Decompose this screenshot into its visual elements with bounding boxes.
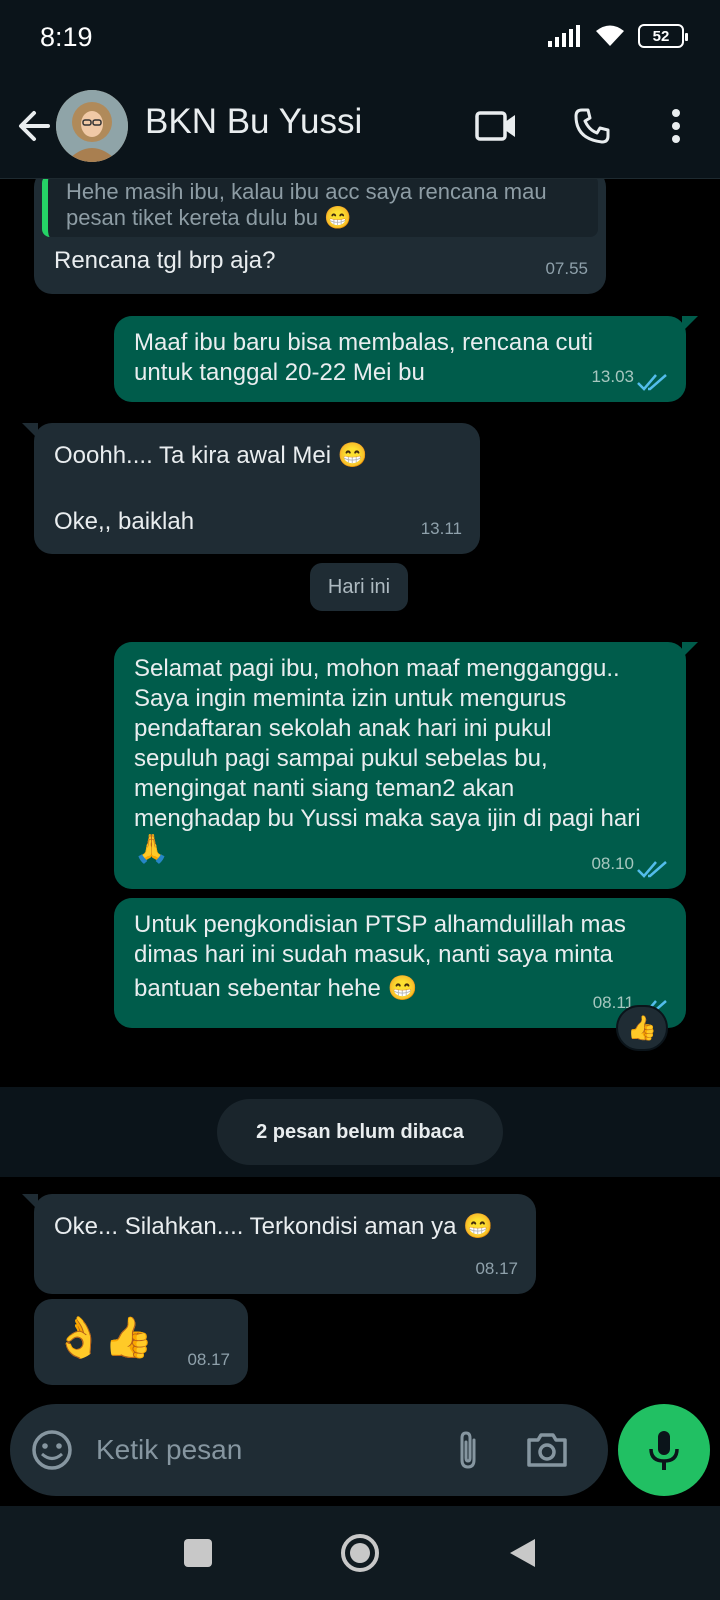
message-time: 08.17 (187, 1350, 230, 1369)
system-nav-bar (0, 1506, 720, 1600)
message-line: untuk tanggal 20-22 Mei bu (134, 359, 425, 386)
chat-header: BKN Bu Yussi (0, 78, 720, 179)
attach-button[interactable] (446, 1428, 490, 1472)
message-line: pendaftaran sekolah anak hari ini pukul (134, 715, 552, 742)
message-time: 08.17 (475, 1259, 518, 1278)
square-icon (184, 1539, 212, 1567)
status-time: 8:19 (40, 22, 93, 52)
battery-icon: 52 (638, 24, 688, 48)
bubble-tail (22, 1194, 38, 1210)
message-line: dimas hari ini sudah masuk, nanti saya m… (134, 941, 613, 968)
message-line: mengingat nanti siang teman2 akan (134, 775, 515, 802)
home-button[interactable] (335, 1528, 385, 1578)
message-time: 13.03 (591, 367, 634, 386)
message-line: Oke,, baiklah (54, 508, 195, 535)
message-bubble-incoming[interactable]: Ooohh.... Ta kira awal Mei 😁 Oke,, baikl… (22, 423, 480, 554)
message-bubble-incoming[interactable]: Hehe masih ibu, kalau ibu acc saya renca… (34, 179, 606, 294)
message-time: 08.10 (591, 854, 634, 873)
status-bar: 8:19 52 (0, 0, 720, 78)
praying-hands-emoji: 🙏 (134, 833, 169, 864)
message-input[interactable] (96, 1430, 436, 1470)
message-time: 07.55 (545, 259, 588, 278)
quoted-text: Hehe masih ibu, kalau ibu acc saya renca… (66, 179, 547, 230)
message-bubble-outgoing[interactable]: Untuk pengkondisian PTSP alhamdulillah m… (114, 898, 686, 1028)
avatar[interactable] (56, 90, 128, 162)
status-icons: 52 (548, 24, 688, 48)
back-nav-button[interactable] (497, 1528, 547, 1578)
message-line: Selamat pagi ibu, mohon maaf mengganggu.… (134, 655, 620, 682)
more-vertical-icon (672, 109, 680, 143)
paperclip-icon (460, 1431, 476, 1469)
wifi-icon (596, 25, 624, 46)
bubble-tail (22, 423, 38, 439)
voice-call-button[interactable] (566, 100, 618, 152)
recents-button[interactable] (173, 1528, 223, 1578)
video-camera-icon (475, 111, 515, 141)
message-text: Oke... Silahkan.... Terkondisi aman ya 😁 (54, 1213, 493, 1240)
message-text: Rencana tgl brp aja? (54, 247, 276, 274)
read-ticks-icon (637, 861, 667, 878)
composer (0, 1400, 720, 1506)
message-line: Untuk pengkondisian PTSP alhamdulillah m… (134, 911, 626, 938)
emoji-button[interactable] (30, 1428, 74, 1472)
more-options-button[interactable] (650, 100, 702, 152)
arrow-left-icon (19, 111, 50, 141)
voice-message-button[interactable] (618, 1404, 710, 1496)
unread-divider: 2 pesan belum dibaca (0, 1087, 720, 1177)
chat-area[interactable]: Hehe masih ibu, kalau ibu acc saya renca… (0, 179, 720, 1400)
date-divider: Hari ini (310, 563, 408, 611)
message-bubble-incoming[interactable]: 👌👍 08.17 (34, 1299, 248, 1385)
back-button[interactable] (14, 104, 58, 148)
circle-icon (341, 1534, 379, 1572)
contact-name[interactable]: BKN Bu Yussi (145, 102, 362, 142)
reaction-badge[interactable]: 👍 (616, 1005, 668, 1051)
camera-button[interactable] (524, 1428, 570, 1472)
message-bubble-incoming[interactable]: Oke... Silahkan.... Terkondisi aman ya 😁… (22, 1194, 536, 1294)
message-line: Maaf ibu baru bisa membalas, rencana cut… (134, 329, 593, 356)
video-call-button[interactable] (470, 100, 522, 152)
message-bubble-outgoing[interactable]: Maaf ibu baru bisa membalas, rencana cut… (114, 316, 698, 402)
unread-count-label: 2 pesan belum dibaca (217, 1099, 503, 1165)
smiley-icon (32, 1430, 72, 1470)
microphone-icon (649, 1431, 679, 1470)
camera-icon (527, 1433, 567, 1467)
message-line: sepuluh pagi sampai pukul sebelas bu, (134, 745, 548, 772)
bubble-tail (682, 642, 698, 658)
message-line: bantuan sebentar hehe 😁 (134, 975, 418, 1002)
message-input-bar (10, 1404, 608, 1496)
quoted-message[interactable]: Hehe masih ibu, kalau ibu acc saya renca… (42, 179, 598, 237)
message-line: Saya ingin meminta izin untuk mengurus (134, 685, 567, 712)
contact-photo (56, 90, 128, 162)
emoji-message: 👌👍 (54, 1316, 154, 1360)
read-ticks-icon (637, 374, 667, 391)
bubble-tail (682, 316, 698, 332)
message-line: menghadap bu Yussi maka saya ijin di pag… (134, 805, 641, 832)
triangle-back-icon (510, 1539, 535, 1567)
message-bubble-outgoing[interactable]: Selamat pagi ibu, mohon maaf mengganggu.… (114, 642, 698, 889)
phone-icon (574, 108, 610, 144)
message-line: Ooohh.... Ta kira awal Mei 😁 (54, 442, 368, 469)
signal-icon (548, 25, 580, 47)
message-time: 13.11 (420, 519, 462, 538)
